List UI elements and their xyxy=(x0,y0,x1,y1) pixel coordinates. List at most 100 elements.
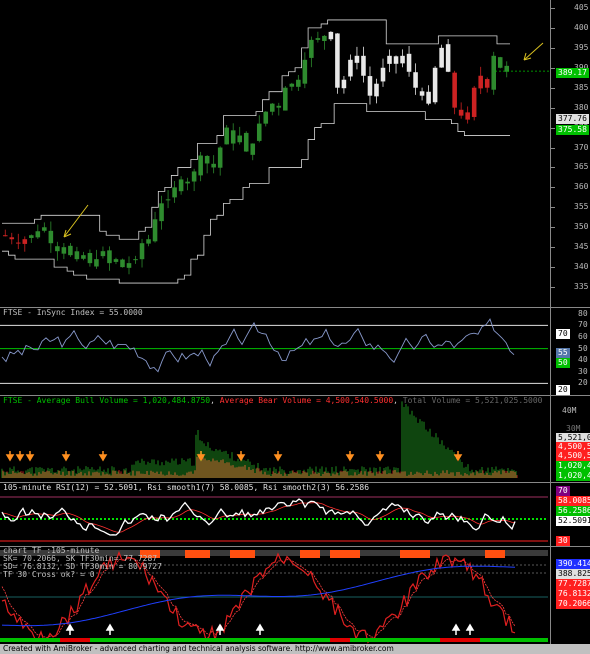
candle-body xyxy=(107,250,112,264)
price-tick-mark xyxy=(551,127,555,129)
price-tick-label: 370 xyxy=(574,142,589,152)
stoch-top-signal xyxy=(300,550,320,558)
rsi-value-badge: 52.5091 xyxy=(556,516,590,526)
price-tick-label: 385 xyxy=(574,82,589,92)
candle-body xyxy=(126,263,132,268)
candle-body xyxy=(283,87,288,111)
candle-body xyxy=(335,33,340,88)
price-tick-mark xyxy=(551,207,555,209)
candle-body xyxy=(217,147,223,168)
volume-signal-arrow xyxy=(98,451,108,462)
volume-signal-arrow xyxy=(345,451,355,462)
candle-body xyxy=(243,132,249,152)
annotation-arrow xyxy=(63,204,89,238)
stoch-badge-blue: 390.414 xyxy=(556,559,590,569)
rsi-pane: 105-minute RSI(12) = 52.5091, Rsi smooth… xyxy=(0,483,590,546)
candle-body xyxy=(94,259,99,267)
stochastic-title: chart TF :105-minute SK= 70.2066, SK TF3… xyxy=(3,547,162,579)
candle-body xyxy=(439,47,444,68)
candle-body xyxy=(458,109,464,116)
candle-body xyxy=(302,59,308,84)
stoch-bottom-bar-red xyxy=(440,638,480,642)
candle-body xyxy=(354,55,360,63)
candle-body xyxy=(328,31,334,40)
candle-body xyxy=(309,39,314,58)
insync-tick-label: 70 xyxy=(578,320,588,330)
stoch-badge-sk-tf30: 77.7287 xyxy=(556,579,590,589)
volume-signal-arrow xyxy=(15,451,25,462)
band-lower-badge: 375.58 xyxy=(556,125,589,135)
volume-title: FTSE - Average Bull Volume = 1,020,484.8… xyxy=(3,396,543,405)
price-tick-mark xyxy=(551,287,555,289)
rsi-chart xyxy=(0,496,548,542)
candle-body xyxy=(146,239,151,244)
bear-volume-label: Average Bear Volume = 4,500,540.5000 xyxy=(219,396,394,405)
price-tick-mark xyxy=(551,167,555,169)
candle-body xyxy=(250,143,256,155)
insync-badge-55: 55 xyxy=(556,348,570,358)
price-tick-label: 400 xyxy=(574,22,589,32)
price-tick-mark xyxy=(551,67,555,69)
stoch-buy-arrow xyxy=(465,623,475,635)
stoch-badge-sk: 70.2066 xyxy=(556,599,590,609)
price-tick-mark xyxy=(551,147,555,149)
price-tick-mark xyxy=(551,47,555,49)
candle-body xyxy=(68,245,73,256)
candle-body xyxy=(159,203,164,222)
candle-body xyxy=(113,259,119,262)
price-tick-mark xyxy=(551,7,555,9)
insync-chart xyxy=(0,318,548,384)
price-plot-area[interactable] xyxy=(0,0,551,307)
rsi-title: 105-minute RSI(12) = 52.5091, Rsi smooth… xyxy=(3,483,370,492)
stoch-buy-arrow xyxy=(215,623,225,635)
stoch-title-line: TF 30 Cross ok? = 0 xyxy=(3,570,95,579)
bull-volume-label: FTSE - Average Bull Volume = 1,020,484.8… xyxy=(3,396,211,405)
stoch-buy-arrow xyxy=(451,623,461,635)
candle-body xyxy=(172,187,177,198)
candle-body xyxy=(204,155,210,164)
candle-body xyxy=(497,57,503,68)
volume-chart xyxy=(1,401,518,478)
rsi-badge-70: 70 xyxy=(556,486,570,496)
insync-tick-label: 60 xyxy=(578,332,588,341)
volume-signal-arrow xyxy=(61,451,71,462)
candle-body xyxy=(374,83,379,97)
stoch-top-signal xyxy=(230,550,255,558)
insync-tick-label: 80 xyxy=(578,308,588,318)
candle-body xyxy=(361,55,366,76)
candle-body xyxy=(419,91,425,96)
insync-tick-label: 40 xyxy=(578,355,588,365)
candle-body xyxy=(406,53,412,72)
band-upper-badge: 377.76 xyxy=(556,114,589,124)
candle-body xyxy=(9,237,15,240)
candle-body xyxy=(341,79,347,89)
candle-body xyxy=(178,179,184,192)
stoch-bottom-bar-red xyxy=(60,638,90,642)
stoch-top-signal xyxy=(485,550,505,558)
candle-body xyxy=(120,259,125,268)
rsi-plot-area[interactable] xyxy=(0,483,551,546)
stoch-top-signal xyxy=(400,550,430,558)
price-tick-mark xyxy=(551,247,555,249)
insync-plot-area[interactable] xyxy=(0,308,551,395)
stoch-bottom-bar-red xyxy=(330,638,350,642)
amibroker-window: 3353403453503553603653703753803853903954… xyxy=(0,0,590,654)
candle-body xyxy=(237,135,242,143)
candle-body xyxy=(296,79,301,87)
candle-body xyxy=(230,130,236,144)
volume-plot-area[interactable] xyxy=(0,396,551,482)
price-tick-mark xyxy=(551,87,555,89)
candle-body xyxy=(165,199,171,201)
price-pane: 3353403453503553603653703753803853903954… xyxy=(0,0,590,307)
price-tick-label: 360 xyxy=(574,182,589,192)
insync-tick-label: 20 xyxy=(578,378,588,388)
candle-body xyxy=(465,112,470,120)
price-tick-label: 365 xyxy=(574,162,589,172)
price-tick-label: 380 xyxy=(574,102,589,112)
volume-signal-arrow xyxy=(25,451,35,462)
candle-body xyxy=(81,255,86,259)
price-tick-mark xyxy=(551,187,555,189)
price-tick-label: 405 xyxy=(574,2,589,12)
vol-tick-30m: 30M xyxy=(566,424,581,433)
candle-body xyxy=(452,72,457,108)
